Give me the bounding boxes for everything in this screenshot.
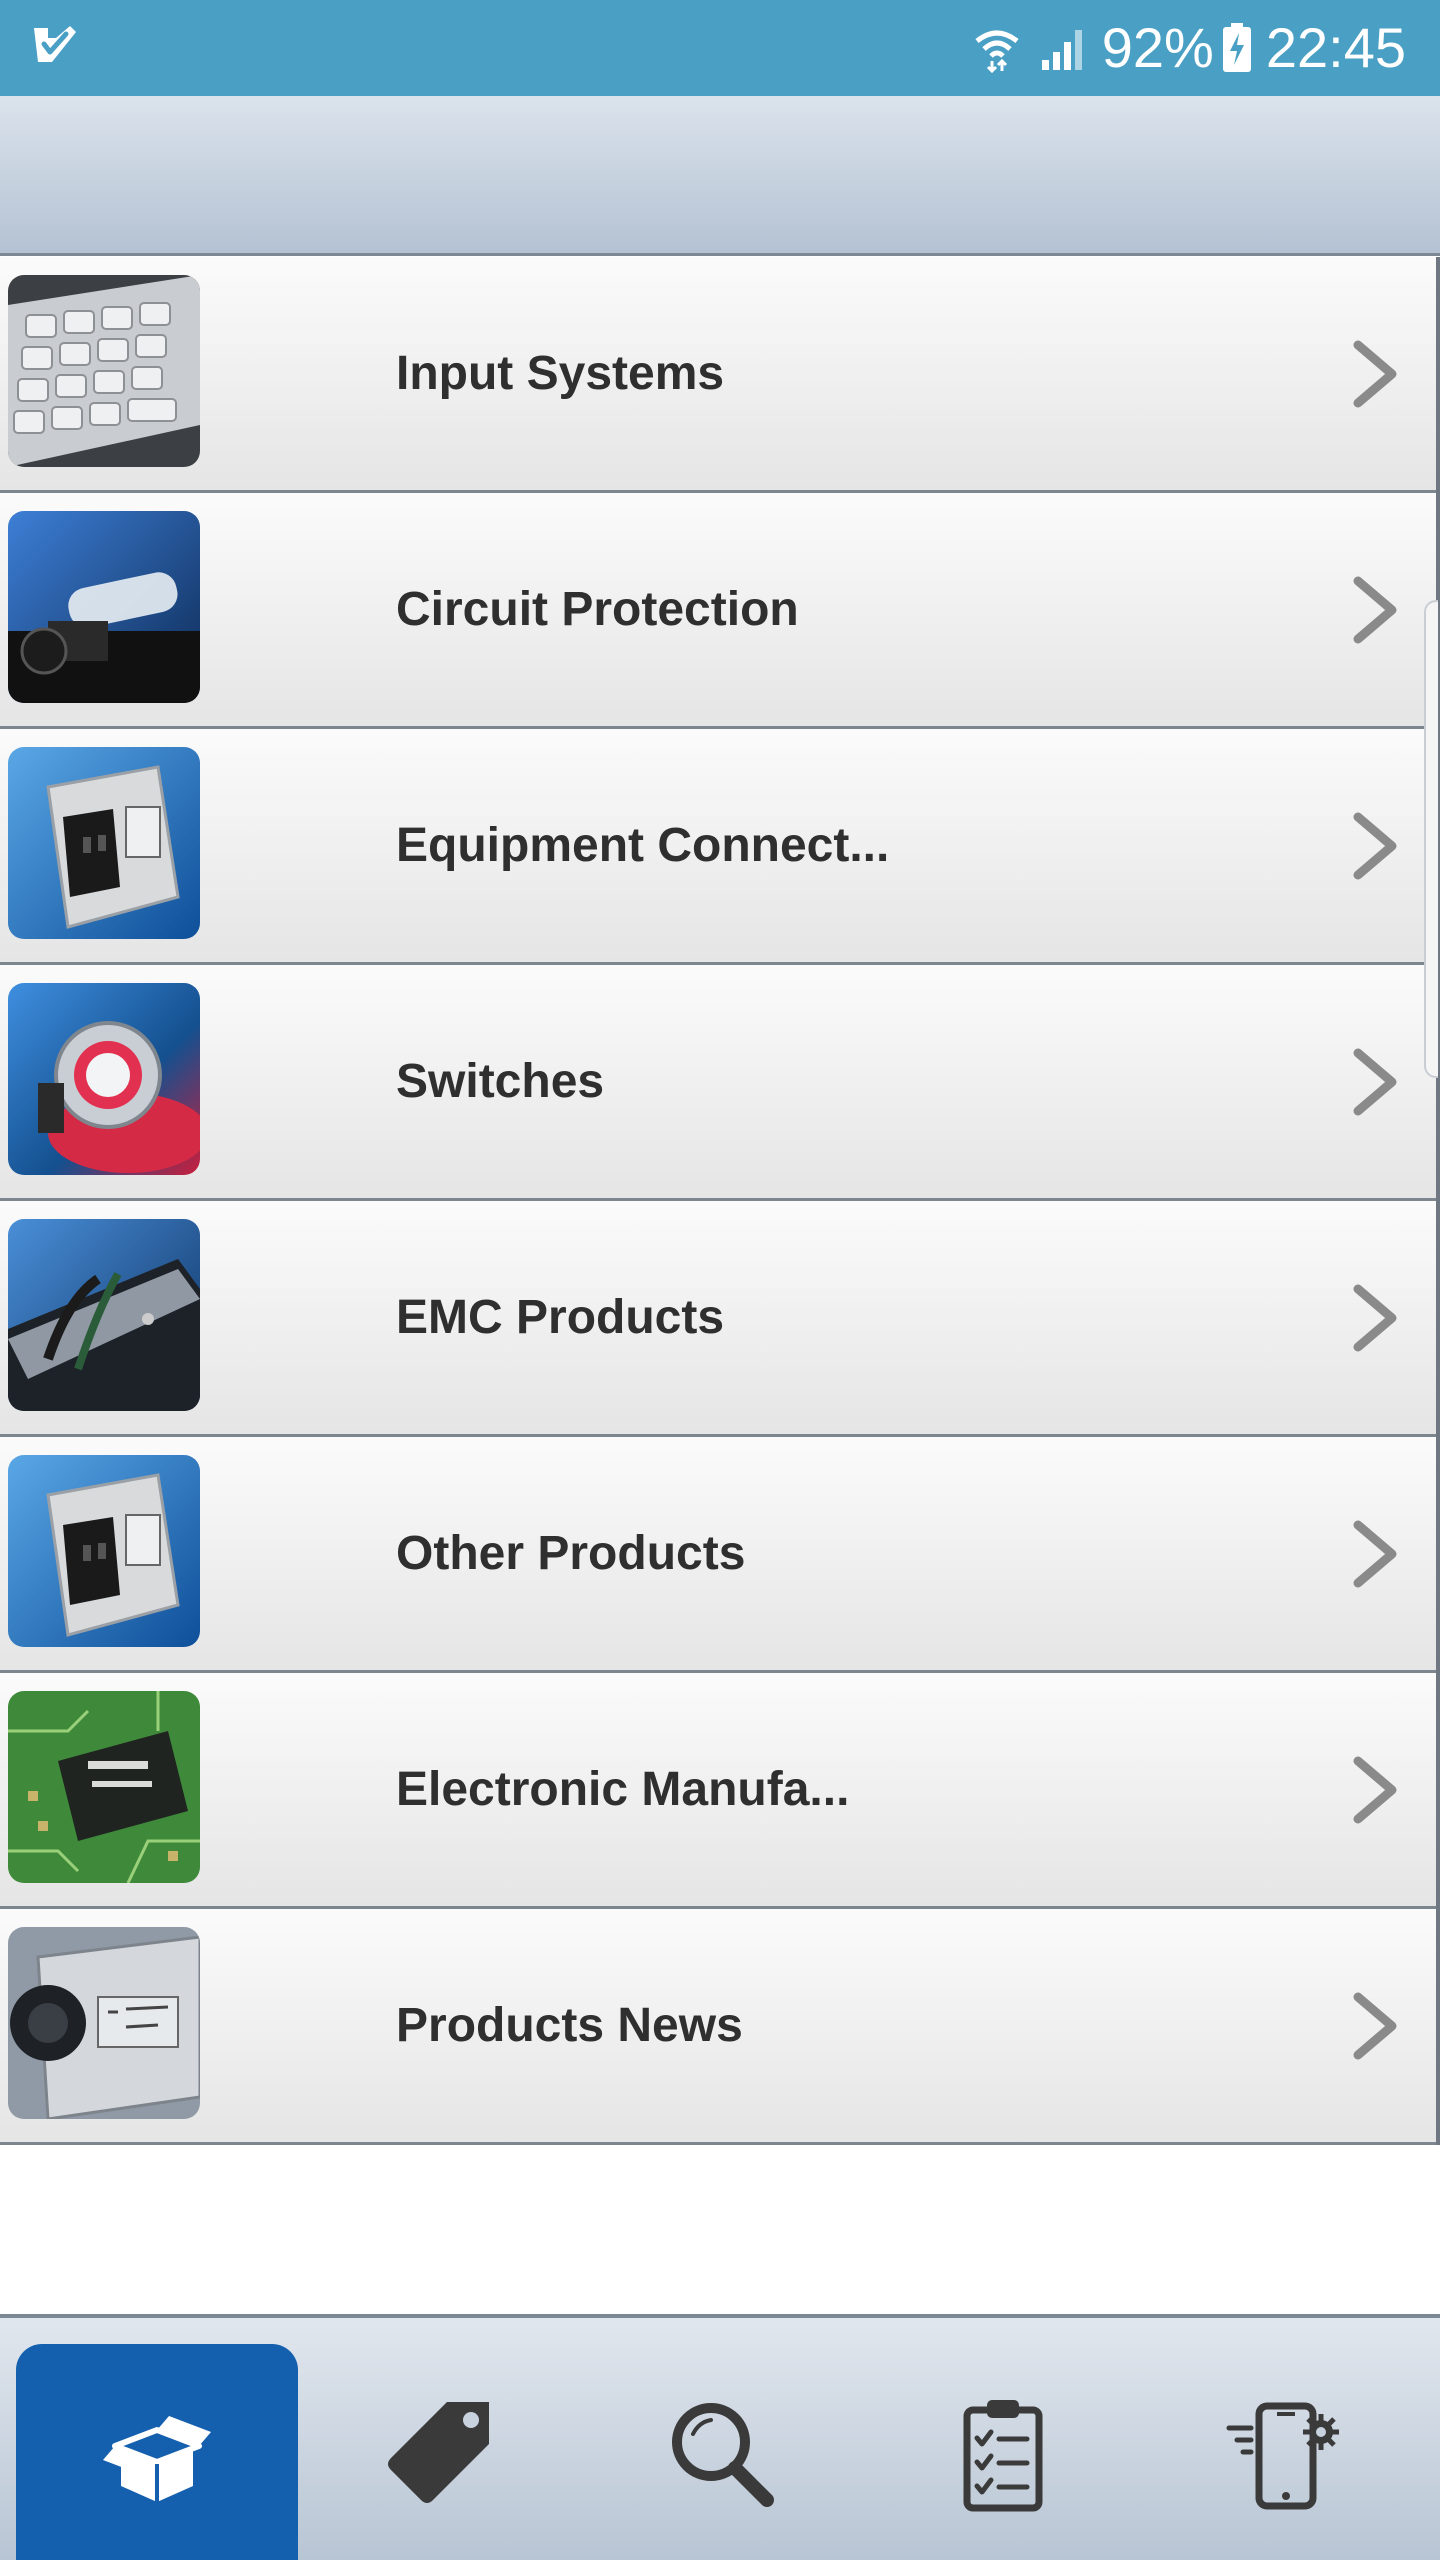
list-item-other-products[interactable]: Other Products xyxy=(0,1437,1436,1673)
chevron-right-icon xyxy=(1353,340,1397,408)
keypad-thumbnail xyxy=(8,275,200,467)
chevron-right-icon xyxy=(1353,1520,1397,1588)
item-label: EMC Products xyxy=(396,1291,725,1344)
battery-percent: 92% xyxy=(1101,16,1214,79)
power-inlet-thumbnail xyxy=(8,1455,200,1647)
chevron-right-icon xyxy=(1353,1284,1397,1352)
chevron-right-icon xyxy=(1353,812,1397,880)
list-item-input-systems[interactable]: Input Systems xyxy=(0,257,1436,493)
fuse-holder-thumbnail xyxy=(8,1927,200,2119)
chevron-right-icon xyxy=(1353,1992,1397,2060)
power-inlet-thumbnail xyxy=(8,747,200,939)
chevron-right-icon xyxy=(1353,1756,1397,1824)
mobile-settings-icon xyxy=(1226,2402,1339,2510)
chevron-right-icon xyxy=(1353,576,1397,644)
item-label: Equipment Connect... xyxy=(396,819,890,872)
battery-charging-icon xyxy=(1222,23,1251,72)
clock: 22:45 xyxy=(1265,16,1406,79)
item-label: Circuit Protection xyxy=(396,583,799,636)
search-icon xyxy=(672,2403,774,2507)
list-item-electronic-manufacturing[interactable]: Electronic Manufa... xyxy=(0,1673,1436,1909)
item-label: Switches xyxy=(396,1055,605,1108)
item-label: Products News xyxy=(396,1999,743,2052)
signal-icon xyxy=(1041,30,1082,70)
emc-filter-thumbnail xyxy=(8,1219,200,1411)
circuit-board-thumbnail xyxy=(8,1691,200,1883)
item-label: Electronic Manufa... xyxy=(396,1763,850,1816)
app-screen: 92% 22:45 Input Systems Circuit Protecti… xyxy=(0,0,1440,2560)
list-item-emc-products[interactable]: EMC Products xyxy=(0,1201,1436,1437)
chevron-right-icon xyxy=(1353,1048,1397,1116)
list-item-equipment-connectors[interactable]: Equipment Connect... xyxy=(0,729,1436,965)
tab-offers[interactable] xyxy=(298,2344,580,2560)
list-item-products-news[interactable]: Products News xyxy=(0,1909,1436,2145)
tag-icon xyxy=(388,2402,489,2503)
item-label: Input Systems xyxy=(396,347,725,400)
category-list: Input Systems Circuit Protection Equipme… xyxy=(0,257,1440,2145)
status-indicators: 92% 22:45 xyxy=(972,0,1406,96)
item-label: Other Products xyxy=(396,1527,746,1580)
status-bar: 92% 22:45 xyxy=(0,0,1440,96)
wifi-icon xyxy=(975,30,1019,73)
fuse-thumbnail xyxy=(8,511,200,703)
pushbutton-thumbnail xyxy=(8,983,200,1175)
scrollbar[interactable] xyxy=(1424,600,1438,1078)
tab-checklist[interactable] xyxy=(862,2344,1144,2560)
tab-search[interactable] xyxy=(580,2344,862,2560)
app-header xyxy=(0,96,1440,256)
checkmark-app-icon xyxy=(34,26,76,62)
clipboard-checklist-icon xyxy=(963,2400,1043,2512)
list-item-circuit-protection[interactable]: Circuit Protection xyxy=(0,493,1436,729)
list-item-switches[interactable]: Switches xyxy=(0,965,1436,1201)
bottom-nav xyxy=(0,2314,1440,2560)
tab-device-settings[interactable] xyxy=(1144,2344,1426,2560)
tab-products[interactable] xyxy=(16,2344,298,2560)
box-icon xyxy=(103,2416,211,2502)
